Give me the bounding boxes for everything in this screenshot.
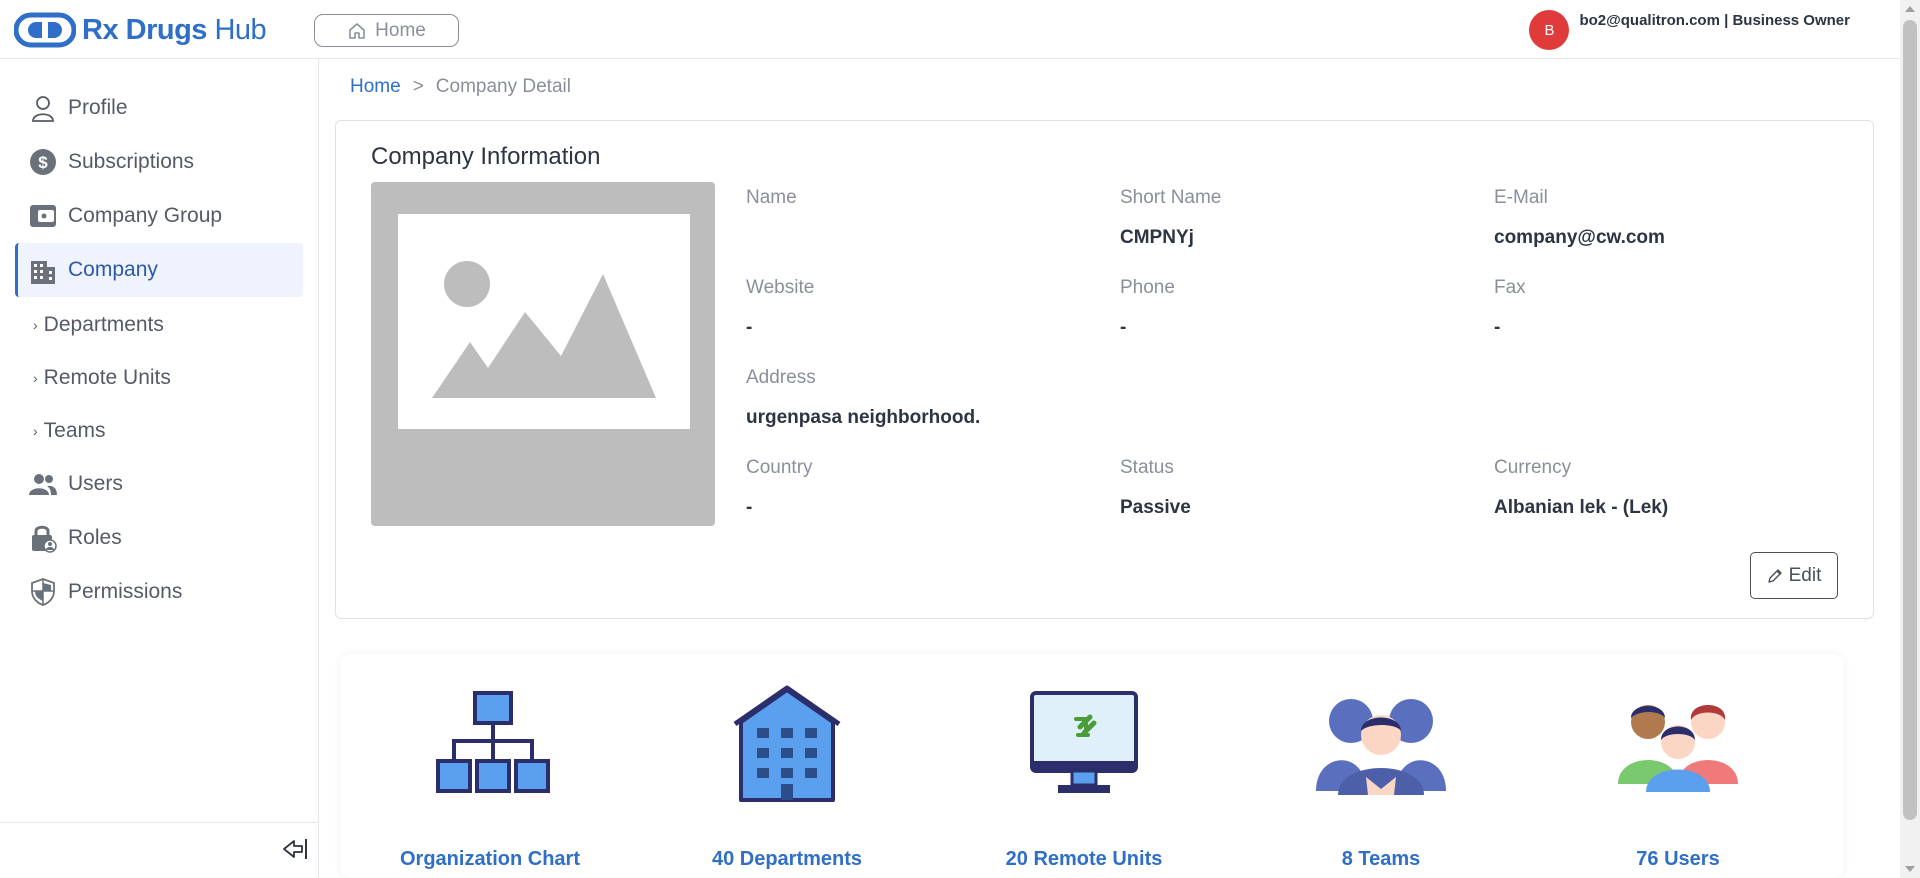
- sidebar-subitem-label: Departments: [43, 313, 164, 336]
- dollar-icon: $: [28, 147, 58, 177]
- home-button-label: Home: [375, 19, 426, 41]
- chevron-right-icon: ›: [33, 317, 38, 333]
- sidebar-subitem-teams[interactable]: › Teams: [33, 411, 106, 451]
- users-icon: [28, 469, 58, 499]
- tile-label[interactable]: 76 Users: [1636, 848, 1719, 871]
- pill-logo-icon: [14, 12, 76, 48]
- home-button[interactable]: Home: [314, 14, 459, 47]
- tile-label[interactable]: 40 Departments: [712, 848, 862, 871]
- org-chart-icon: [415, 674, 565, 814]
- sidebar-subitem-label: Teams: [43, 419, 106, 442]
- website-value: -: [746, 317, 753, 338]
- wallet-icon: [28, 201, 58, 231]
- page-scrollbar[interactable]: [1900, 0, 1920, 878]
- team-icon: [1306, 674, 1456, 814]
- website-label: Website: [746, 277, 815, 298]
- edit-button[interactable]: Edit: [1750, 552, 1838, 599]
- scroll-down-icon[interactable]: [1905, 866, 1915, 872]
- image-placeholder-icon: [398, 214, 690, 429]
- building-icon: [28, 255, 58, 285]
- tile-departments[interactable]: 40 Departments: [639, 654, 935, 878]
- chevron-right-icon: ›: [33, 370, 38, 386]
- sidebar-item-subscriptions[interactable]: $ Subscriptions: [15, 135, 303, 189]
- email-label: E-Mail: [1494, 187, 1548, 208]
- avatar[interactable]: B: [1529, 10, 1570, 50]
- status-label: Status: [1120, 457, 1174, 478]
- fax-label: Fax: [1494, 277, 1526, 298]
- tile-remote-units[interactable]: 20 Remote Units: [936, 654, 1232, 878]
- sidebar-item-permissions[interactable]: Permissions: [15, 565, 303, 619]
- sidebar-item-label: Users: [68, 472, 123, 495]
- address-label: Address: [746, 367, 816, 388]
- tile-users[interactable]: 76 Users: [1530, 654, 1826, 878]
- country-value: -: [746, 497, 753, 518]
- breadcrumb-separator: >: [412, 76, 424, 97]
- summary-tiles: Organization Chart 40 Departments 20 Rem…: [340, 654, 1844, 878]
- sidebar-item-profile[interactable]: Profile: [15, 81, 303, 135]
- phone-value: -: [1120, 317, 1127, 338]
- sidebar-item-label: Company: [68, 258, 158, 281]
- brand-name: Rx Drugs Hub: [82, 13, 267, 46]
- company-info-card: Company Information Name Short Name CMPN…: [335, 120, 1874, 619]
- currency-label: Currency: [1494, 457, 1572, 478]
- breadcrumb-current: Company Detail: [435, 76, 571, 97]
- sidebar-item-users[interactable]: Users: [15, 457, 303, 511]
- collapse-sidebar-icon[interactable]: [278, 835, 308, 868]
- user-menu[interactable]: B bo2@qualitron.com | Business Owner: [1529, 10, 1850, 50]
- sidebar-subitem-remote-units[interactable]: › Remote Units: [33, 358, 171, 398]
- tile-label[interactable]: 8 Teams: [1342, 848, 1421, 871]
- sidebar-subitem-label: Remote Units: [43, 366, 171, 389]
- sidebar-item-label: Profile: [68, 96, 128, 119]
- user-label: bo2@qualitron.com | Business Owner: [1579, 12, 1850, 29]
- status-value: Passive: [1120, 497, 1191, 518]
- sidebar-item-label: Subscriptions: [68, 150, 195, 173]
- company-logo-placeholder[interactable]: [371, 182, 715, 526]
- lock-user-icon: [28, 523, 58, 553]
- sidebar-item-company[interactable]: Company: [15, 243, 303, 297]
- pencil-icon: [1767, 568, 1782, 583]
- sidebar-item-label: Company Group: [68, 204, 223, 227]
- brand-logo[interactable]: Rx Drugs Hub: [14, 12, 267, 48]
- sidebar-item-label: Roles: [68, 526, 122, 549]
- sidebar-item-roles[interactable]: Roles: [15, 511, 303, 565]
- sidebar-item-company-group[interactable]: Company Group: [15, 189, 303, 243]
- name-label: Name: [746, 187, 797, 208]
- address-value: urgenpasa neighborhood.: [746, 407, 981, 428]
- scroll-up-icon[interactable]: [1905, 6, 1915, 12]
- breadcrumb-home[interactable]: Home: [350, 76, 401, 97]
- short-name-value: CMPNYj: [1120, 227, 1194, 248]
- chevron-right-icon: ›: [33, 423, 38, 439]
- user-icon: [28, 93, 58, 123]
- email-value: company@cw.com: [1494, 227, 1665, 248]
- short-name-label: Short Name: [1120, 187, 1222, 208]
- building-icon: [712, 674, 862, 814]
- scroll-thumb[interactable]: [1903, 20, 1917, 820]
- phone-label: Phone: [1120, 277, 1175, 298]
- shield-icon: [28, 577, 58, 607]
- sidebar-item-label: Permissions: [68, 580, 183, 603]
- top-header: Rx Drugs Hub Home B bo2@qualitron.com | …: [0, 0, 1900, 59]
- sidebar-subitem-departments[interactable]: › Departments: [33, 305, 164, 345]
- page-title: Company Information: [371, 143, 601, 170]
- svg-text:$: $: [38, 153, 48, 172]
- breadcrumb: Home > Company Detail: [350, 76, 571, 98]
- currency-value: Albanian lek - (Lek): [1494, 497, 1669, 518]
- home-icon: [349, 22, 365, 39]
- sidebar-footer: [0, 822, 318, 878]
- country-label: Country: [746, 457, 813, 478]
- tile-teams[interactable]: 8 Teams: [1233, 654, 1529, 878]
- edit-button-label: Edit: [1788, 564, 1822, 586]
- tile-organization-chart[interactable]: Organization Chart: [342, 654, 638, 878]
- sidebar: Profile $ Subscriptions Company Group Co…: [0, 59, 319, 878]
- remote-monitor-icon: [1009, 674, 1159, 814]
- tile-label[interactable]: Organization Chart: [400, 848, 580, 871]
- users-group-icon: [1603, 674, 1753, 814]
- fax-value: -: [1494, 317, 1501, 338]
- tile-label[interactable]: 20 Remote Units: [1006, 848, 1163, 871]
